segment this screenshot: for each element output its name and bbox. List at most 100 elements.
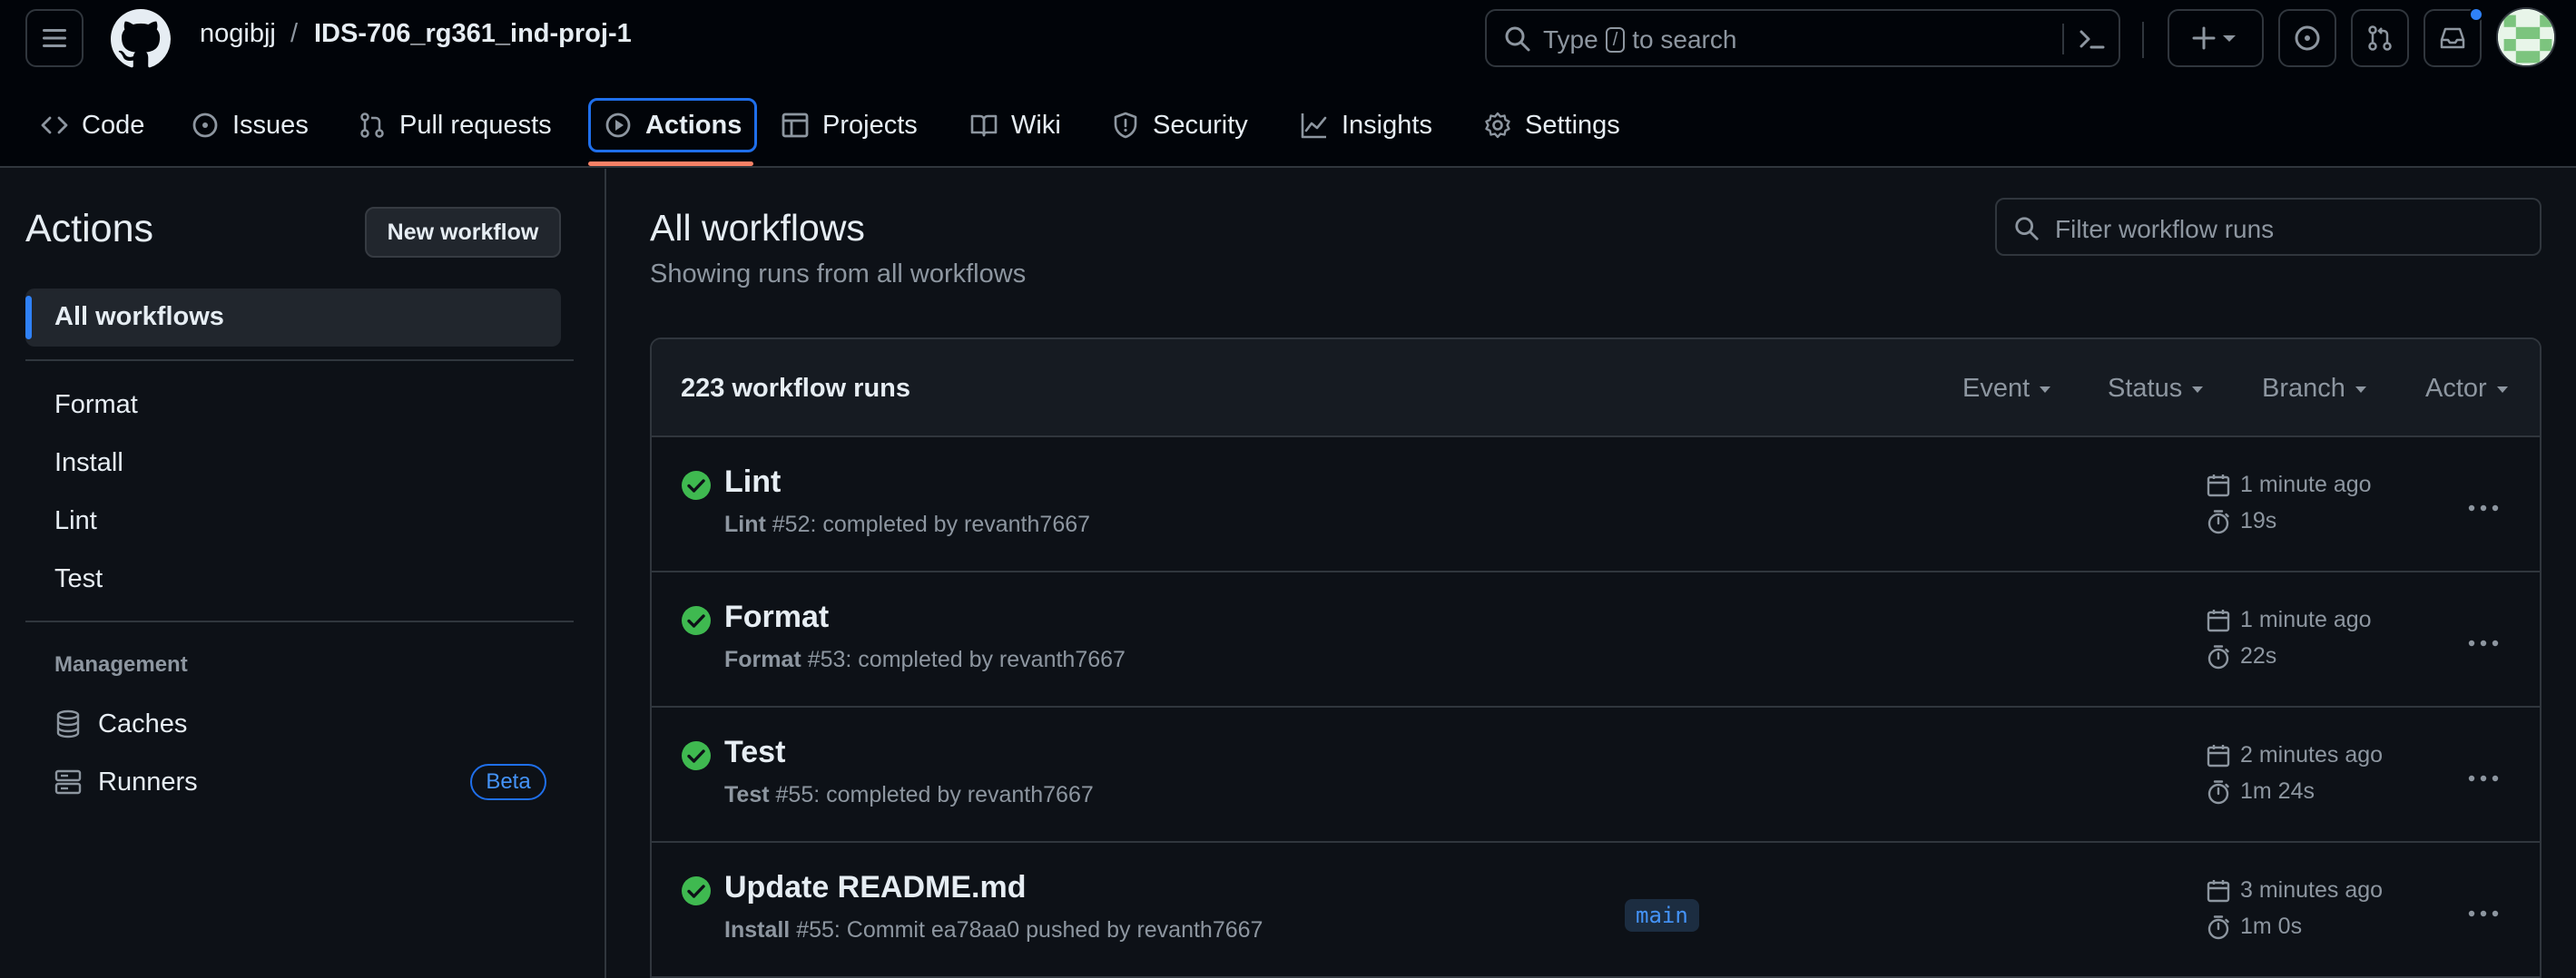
table-icon (782, 112, 809, 138)
run-duration: 19s (2206, 508, 2276, 534)
new-workflow-button[interactable]: New workflow (365, 207, 561, 258)
run-options-button[interactable] (2458, 490, 2509, 526)
workflow-run-row[interactable]: Test Test #55: completed by revanth7667 … (652, 708, 2540, 843)
breadcrumb-separator: / (290, 19, 299, 48)
server-icon (54, 769, 82, 795)
management-heading: Management (54, 652, 188, 677)
tab-wiki[interactable]: Wiki (957, 98, 1074, 152)
run-date: 1 minute ago (2206, 472, 2372, 498)
menu-button[interactable] (25, 9, 84, 67)
runs-count: 223 workflow runs (681, 374, 911, 403)
beta-badge: Beta (470, 764, 546, 800)
command-palette-icon[interactable] (2077, 24, 2108, 54)
tab-projects-label: Projects (822, 110, 918, 140)
run-title[interactable]: Test (724, 735, 785, 770)
run-duration-text: 1m 0s (2240, 914, 2303, 939)
run-date-text: 2 minutes ago (2240, 742, 2384, 768)
your-issues-button[interactable] (2278, 9, 2336, 67)
branch-filter-dropdown[interactable]: Branch (2262, 374, 2369, 404)
run-title[interactable]: Format (724, 600, 829, 635)
tab-projects[interactable]: Projects (768, 98, 930, 152)
sidebar-item-test[interactable]: Test (54, 564, 103, 594)
tab-insights[interactable]: Insights (1287, 98, 1445, 152)
inbox-icon (2440, 27, 2465, 49)
breadcrumb-repo[interactable]: IDS-706_rg361_ind-proj-1 (314, 19, 632, 49)
tab-insights-label: Insights (1342, 110, 1432, 140)
notification-indicator (2469, 7, 2483, 22)
create-new-button[interactable] (2168, 9, 2264, 67)
run-duration: 1m 24s (2206, 778, 2315, 805)
stopwatch-icon (2207, 644, 2229, 669)
tab-code[interactable]: Code (27, 98, 157, 152)
search-icon (1505, 26, 1530, 52)
tab-issues-label: Issues (232, 110, 309, 140)
sidebar-item-label: Caches (98, 709, 188, 738)
tab-pull-requests-label: Pull requests (399, 110, 552, 140)
tab-security-label: Security (1153, 110, 1248, 140)
sidebar-item-caches[interactable]: Caches (54, 706, 187, 742)
actor-filter-dropdown[interactable]: Actor (2425, 374, 2511, 404)
search-placeholder: Type / to search (1543, 25, 1736, 54)
sidebar-item-lint[interactable]: Lint (54, 506, 97, 536)
sidebar-item-format[interactable]: Format (54, 390, 138, 420)
kebab-horizontal-icon (2468, 504, 2499, 512)
tab-actions-label: Actions (645, 110, 742, 140)
check-circle-fill-icon (682, 606, 711, 635)
run-detail: #52: completed by revanth7667 (772, 512, 1091, 537)
run-date: 3 minutes ago (2206, 877, 2383, 904)
status-filter-dropdown[interactable]: Status (2108, 374, 2206, 404)
run-title[interactable]: Lint (724, 465, 781, 500)
sidebar-item-label: Runners (98, 767, 198, 797)
hamburger-icon (43, 29, 66, 47)
stopwatch-icon (2207, 914, 2229, 939)
stopwatch-icon (2207, 779, 2229, 804)
book-icon (970, 114, 998, 137)
check-circle-fill-icon (682, 471, 711, 500)
sidebar-item-runners[interactable]: Runners (54, 764, 198, 800)
workflow-run-row[interactable]: Update README.md Install #55: Commit ea7… (652, 843, 2540, 978)
database-icon (56, 709, 80, 738)
sidebar-item-install[interactable]: Install (54, 448, 123, 478)
your-pull-requests-button[interactable] (2351, 9, 2409, 67)
breadcrumb-owner[interactable]: nogibjj (200, 19, 276, 49)
global-search-input[interactable]: Type / to search (1485, 9, 2120, 67)
user-avatar[interactable] (2496, 7, 2556, 67)
workflow-run-row[interactable]: Lint Lint #52: completed by revanth7667 … (652, 437, 2540, 572)
play-icon (605, 112, 631, 138)
workflow-run-row[interactable]: Format Format #53: completed by revanth7… (652, 572, 2540, 708)
workflow-runs-list: 223 workflow runs Event Status Branch Ac… (650, 337, 2542, 978)
github-logo-icon[interactable] (111, 9, 171, 69)
run-options-button[interactable] (2458, 625, 2509, 661)
tab-actions[interactable]: Actions (588, 98, 758, 152)
search-icon (2015, 217, 2039, 240)
calendar-icon (2207, 474, 2230, 496)
tab-wiki-label: Wiki (1011, 110, 1061, 140)
issue-opened-icon (2295, 25, 2320, 51)
run-detail: #55: Commit ea78aa0 pushed by revanth766… (796, 917, 1263, 943)
tab-issues[interactable]: Issues (178, 98, 321, 152)
tab-security[interactable]: Security (1098, 98, 1261, 152)
run-duration-text: 22s (2240, 643, 2277, 669)
run-meta: Test #55: completed by revanth7667 (724, 782, 1094, 808)
tab-settings-label: Settings (1525, 110, 1620, 140)
sidebar-item-all-workflows[interactable]: All workflows (25, 289, 561, 347)
git-pull-request-icon (360, 112, 384, 138)
run-options-button[interactable] (2458, 760, 2509, 797)
shield-icon (1114, 112, 1137, 139)
active-item-marker (25, 296, 32, 339)
sidebar-divider (605, 169, 606, 978)
sidebar-title: Actions (25, 207, 154, 250)
tab-settings[interactable]: Settings (1470, 98, 1633, 152)
run-workflow-name: Install (724, 917, 791, 943)
filter-workflow-runs-input[interactable]: Filter workflow runs (1995, 198, 2542, 256)
header-divider (2142, 22, 2144, 58)
calendar-icon (2207, 744, 2230, 767)
run-title[interactable]: Update README.md (724, 870, 1026, 905)
run-options-button[interactable] (2458, 895, 2509, 932)
sidebar-separator (25, 621, 574, 622)
search-divider (2062, 24, 2064, 54)
stopwatch-icon (2207, 509, 2229, 533)
run-branch-label[interactable]: main (1625, 899, 1699, 932)
tab-pull-requests[interactable]: Pull requests (345, 98, 565, 152)
event-filter-dropdown[interactable]: Event (1962, 374, 2053, 404)
